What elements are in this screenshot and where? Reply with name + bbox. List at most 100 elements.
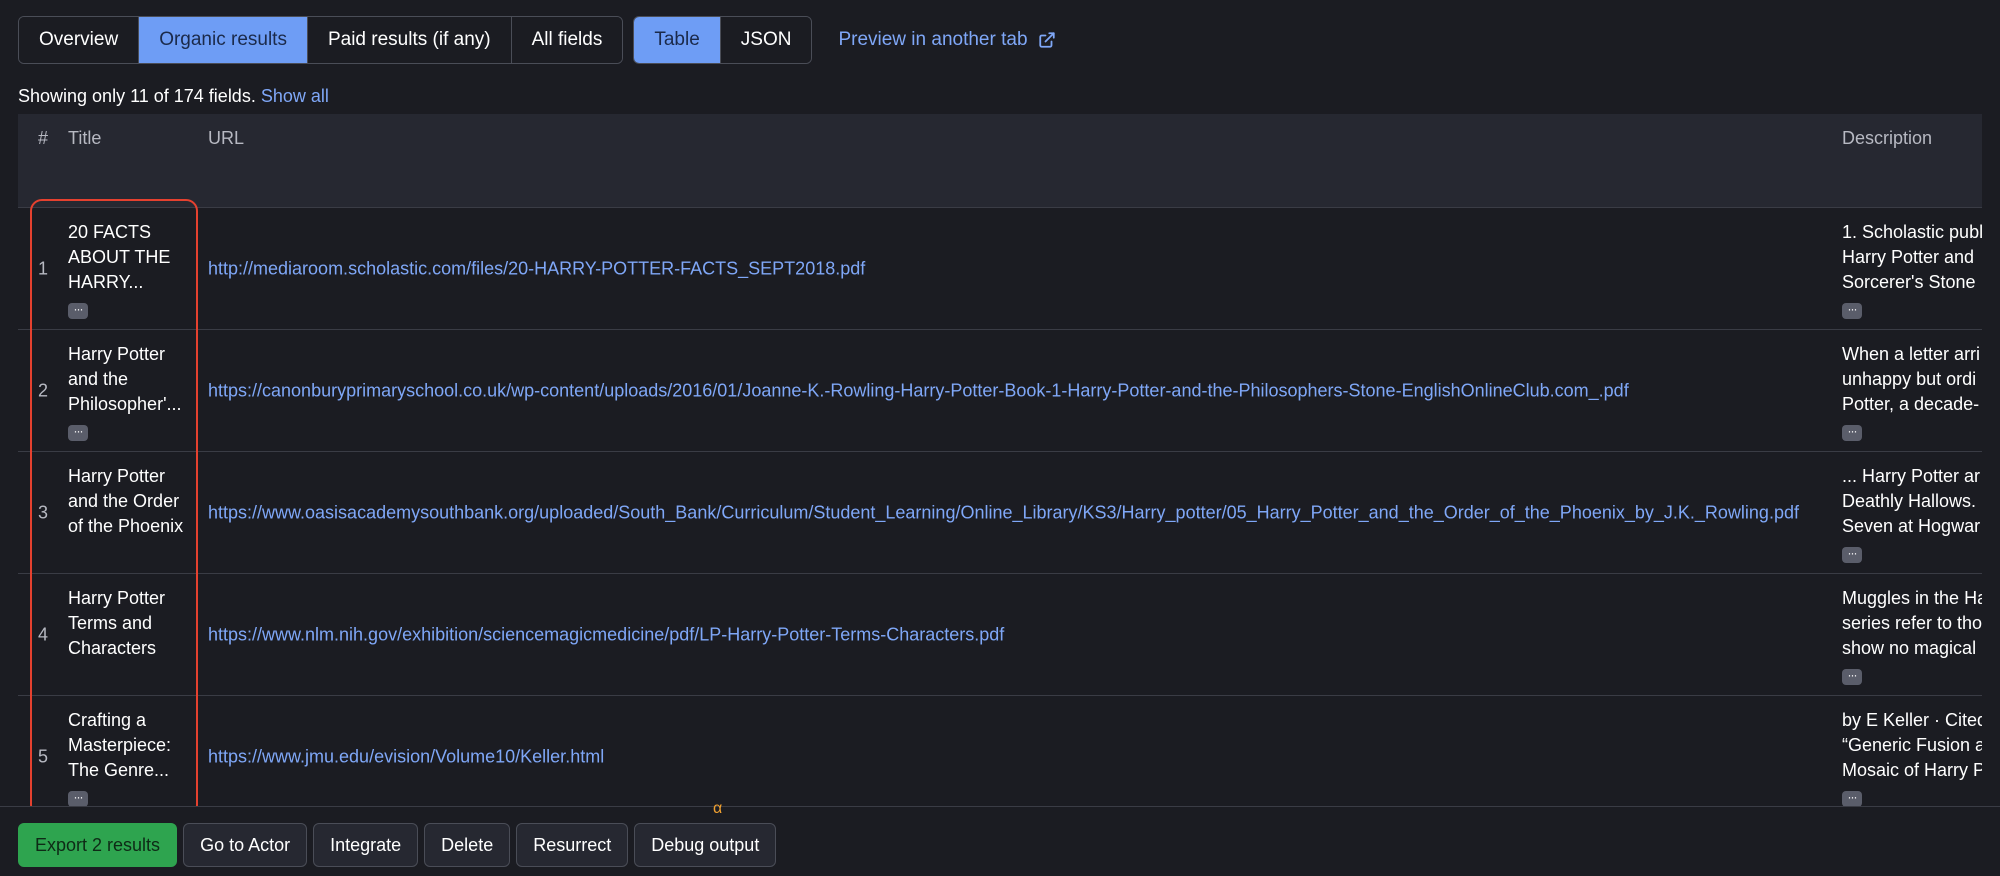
header-index[interactable]: # bbox=[38, 128, 48, 149]
description-line: When a letter arri bbox=[1842, 344, 1981, 364]
ellipsis-icon: ··· bbox=[1847, 546, 1858, 560]
title-line: and the bbox=[68, 369, 129, 389]
tab-paid-results[interactable]: Paid results (if any) bbox=[307, 17, 512, 63]
result-tabs: Overview Organic results Paid results (i… bbox=[18, 16, 624, 64]
description-expand-button[interactable]: ··· bbox=[1842, 791, 1862, 806]
description-expand-button[interactable]: ··· bbox=[1842, 547, 1862, 563]
ellipsis-icon: ··· bbox=[73, 424, 84, 438]
ellipsis-icon: ··· bbox=[1847, 302, 1858, 316]
ellipsis-icon: ··· bbox=[73, 790, 84, 804]
results-table: # Title URL Description 1 20 FACTS ABOUT T… bbox=[18, 114, 1982, 806]
title-line: Characters bbox=[68, 638, 157, 658]
title-line: Philosopher'... bbox=[68, 394, 182, 414]
title-line: Harry Potter bbox=[68, 588, 166, 608]
header-description[interactable]: Description bbox=[1842, 128, 1932, 149]
description-line: Muggles in the Ha bbox=[1842, 588, 1982, 608]
title-line: Crafting a bbox=[68, 710, 147, 730]
description-line: 1. Scholastic publ bbox=[1842, 222, 1982, 242]
alpha-badge: α bbox=[713, 800, 723, 817]
row-url-link[interactable]: https://canonburyprimaryschool.co.uk/wp-… bbox=[208, 380, 1629, 401]
title-line: Harry Potter bbox=[68, 344, 166, 364]
title-expand-button[interactable]: ··· bbox=[68, 425, 88, 441]
title-line: 20 FACTS bbox=[68, 222, 152, 242]
description-line: Potter, a decade- bbox=[1842, 394, 1980, 414]
description-line: Seven at Hogwar bbox=[1842, 516, 1981, 536]
title-line: Harry Potter bbox=[68, 466, 166, 486]
description-expand-button[interactable]: ··· bbox=[1842, 669, 1862, 685]
row-index: 5 bbox=[38, 746, 49, 766]
row-title: Harry Potter and the Philosopher'... ··· bbox=[68, 342, 208, 442]
preview-link-label: Preview in another tab bbox=[838, 29, 1028, 50]
table-row: 2 Harry Potter and the Philosopher'... ··· ht… bbox=[18, 330, 1982, 452]
export-results-button[interactable]: Export 2 results bbox=[18, 823, 178, 867]
debug-output-button[interactable]: Debug output bbox=[634, 823, 777, 867]
row-description: ... Harry Potter ar Deathly Hallows. Seven… bbox=[1842, 464, 1982, 564]
title-line: HARRY... bbox=[68, 272, 144, 292]
row-index: 2 bbox=[38, 380, 49, 400]
table-row: 4 Harry Potter Terms and Characters https://… bbox=[18, 574, 1982, 696]
description-line: series refer to tho bbox=[1842, 613, 1982, 633]
top-bar: Overview Organic results Paid results (i… bbox=[18, 16, 1056, 64]
table-row: 3 Harry Potter and the Order of the Phoenix… bbox=[18, 452, 1982, 574]
table-row: 1 20 FACTS ABOUT THE HARRY... ··· http://medi… bbox=[18, 208, 1982, 330]
action-buttons: Export 2 results Go to Actor Integrate D… bbox=[18, 823, 782, 867]
fields-count-text: Showing only 11 of 174 fields. bbox=[18, 86, 256, 106]
row-description: When a letter arri unhappy but ordi Potter… bbox=[1842, 342, 1982, 442]
tab-all-fields[interactable]: All fields bbox=[511, 17, 623, 63]
row-title: Harry Potter and the Order of the Phoenix bbox=[68, 464, 208, 539]
title-expand-button[interactable]: ··· bbox=[68, 791, 88, 806]
description-expand-button[interactable]: ··· bbox=[1842, 303, 1862, 319]
row-title: Crafting a Masterpiece: The Genre... ··· bbox=[68, 708, 208, 806]
view-toggle: Table JSON bbox=[633, 16, 813, 64]
preview-in-another-tab-link[interactable]: Preview in another tab bbox=[838, 29, 1055, 51]
row-description: Muggles in the Ha series refer to tho show… bbox=[1842, 586, 1982, 686]
description-line: show no magical bbox=[1842, 638, 1977, 658]
row-description: by E Keller · Cited “Generic Fusion a Mosa… bbox=[1842, 708, 1982, 806]
tab-organic-results[interactable]: Organic results bbox=[139, 17, 308, 63]
description-expand-button[interactable]: ··· bbox=[1842, 425, 1862, 441]
title-line: ABOUT THE bbox=[68, 247, 171, 267]
table-row: 5 Crafting a Masterpiece: The Genre... ··· ht… bbox=[18, 696, 1982, 806]
ellipsis-icon: ··· bbox=[1847, 668, 1858, 682]
description-line: ... Harry Potter ar bbox=[1842, 466, 1981, 486]
description-line: Mosaic of Harry P bbox=[1842, 760, 1982, 780]
row-url-link[interactable]: https://www.jmu.edu/evision/Volume10/Kel… bbox=[208, 746, 604, 767]
row-index: 4 bbox=[38, 624, 49, 644]
resurrect-button[interactable]: Resurrect bbox=[516, 823, 629, 867]
row-title: Harry Potter Terms and Characters bbox=[68, 586, 208, 661]
description-line: unhappy but ordi bbox=[1842, 369, 1977, 389]
title-expand-button[interactable]: ··· bbox=[68, 303, 88, 319]
title-line: of the Phoenix bbox=[68, 516, 184, 536]
description-line: Deathly Hallows. bbox=[1842, 491, 1977, 511]
description-line: Sorcerer's Stone bbox=[1842, 272, 1976, 292]
description-line: “Generic Fusion a bbox=[1842, 735, 1982, 755]
title-line: and the Order bbox=[68, 491, 180, 511]
row-url-link[interactable]: https://www.oasisacademysouthbank.org/up… bbox=[208, 502, 1799, 523]
show-all-link[interactable]: Show all bbox=[261, 86, 329, 106]
title-line: Terms and bbox=[68, 613, 153, 633]
header-title[interactable]: Title bbox=[68, 128, 101, 149]
external-link-icon bbox=[1038, 32, 1055, 48]
delete-button[interactable]: Delete bbox=[424, 823, 511, 867]
ellipsis-icon: ··· bbox=[73, 302, 84, 316]
view-table-button[interactable]: Table bbox=[634, 17, 721, 63]
fields-notice: Showing only 11 of 174 fields. Show all bbox=[18, 86, 329, 107]
description-line: Harry Potter and bbox=[1842, 247, 1975, 267]
table-header: # Title URL Description bbox=[18, 114, 1982, 208]
integrate-button[interactable]: Integrate bbox=[313, 823, 419, 867]
ellipsis-icon: ··· bbox=[1847, 790, 1858, 804]
row-description: 1. Scholastic publ Harry Potter and Sorcer… bbox=[1842, 220, 1982, 320]
view-json-button[interactable]: JSON bbox=[720, 17, 812, 63]
description-line: by E Keller · Cited bbox=[1842, 710, 1982, 730]
row-url-link[interactable]: https://www.nlm.nih.gov/exhibition/scien… bbox=[208, 624, 1004, 645]
tab-overview[interactable]: Overview bbox=[19, 17, 140, 63]
go-to-actor-button[interactable]: Go to Actor bbox=[183, 823, 308, 867]
title-line: Masterpiece: bbox=[68, 735, 172, 755]
row-title: 20 FACTS ABOUT THE HARRY... ··· bbox=[68, 220, 208, 320]
header-url[interactable]: URL bbox=[208, 128, 244, 149]
row-index: 1 bbox=[38, 258, 49, 278]
ellipsis-icon: ··· bbox=[1847, 424, 1858, 438]
row-url-link[interactable]: http://mediaroom.scholastic.com/files/20… bbox=[208, 258, 865, 279]
row-index: 3 bbox=[38, 502, 49, 522]
title-line: The Genre... bbox=[68, 760, 170, 780]
